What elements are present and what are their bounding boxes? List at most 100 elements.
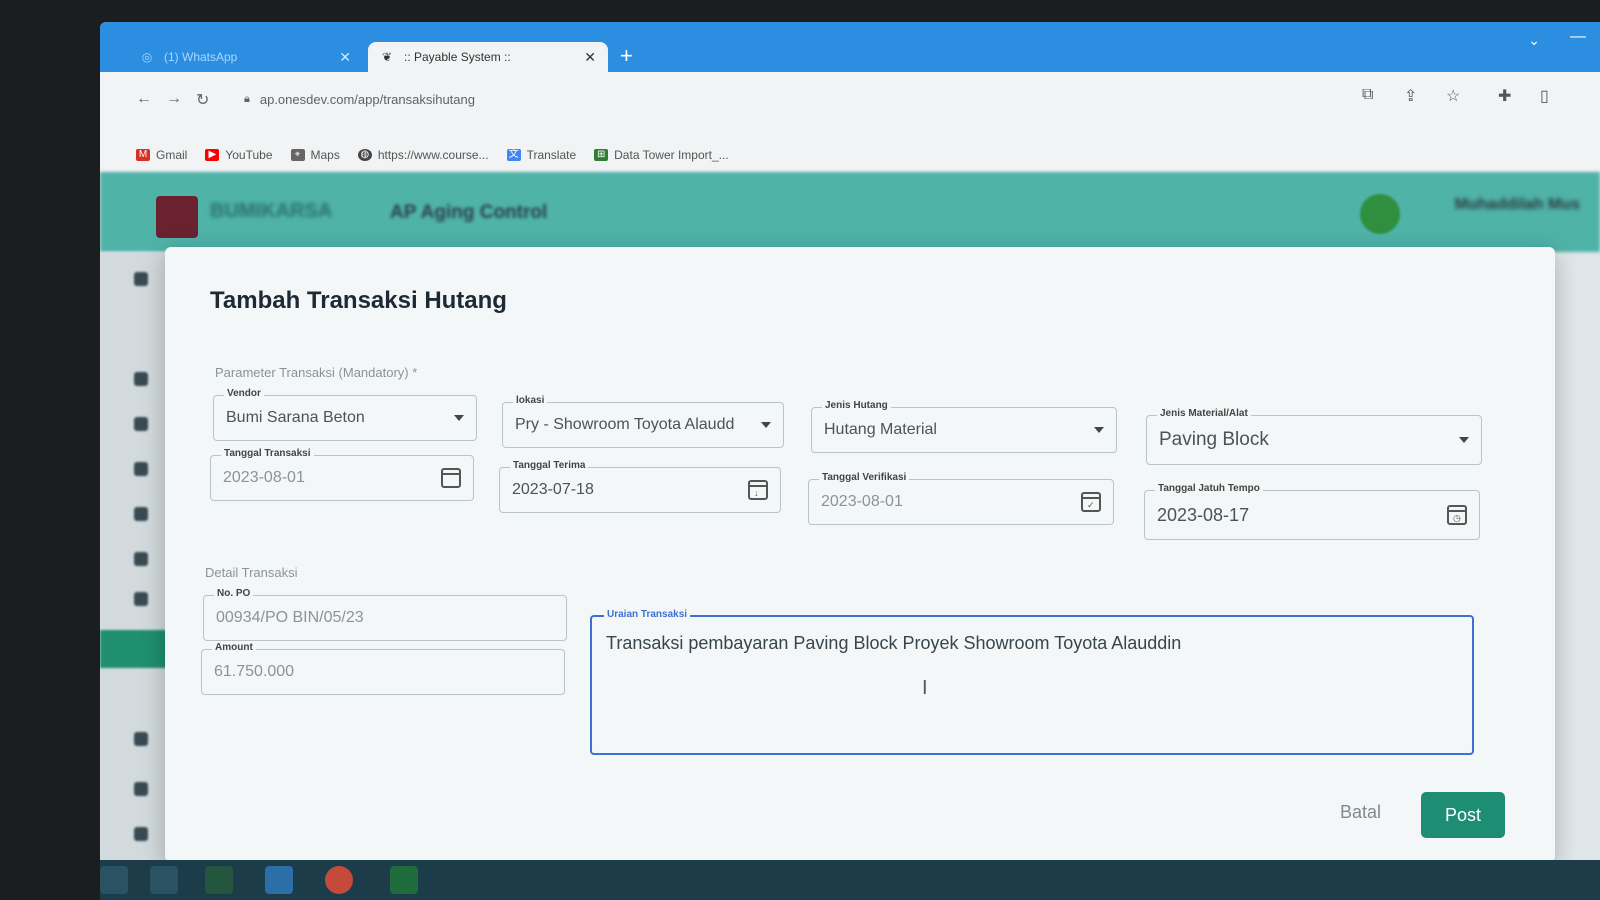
bookmark-translate[interactable]: 文 Translate — [506, 148, 577, 162]
amount-value: 61.750.000 — [214, 663, 295, 680]
modal-title: Tambah Transaksi Hutang — [210, 287, 507, 314]
text-cursor-icon: I — [922, 677, 928, 699]
field-label: Jenis Hutang — [822, 400, 891, 412]
gmail-icon: M — [136, 149, 150, 161]
tanggal-verifikasi-value: 2023-08-01 — [821, 493, 903, 510]
sidebar-item-icon[interactable] — [134, 462, 148, 476]
bookmark-data-tower[interactable]: ⊞ Data Tower Import_... — [594, 148, 729, 162]
sidebar-item-icon[interactable] — [134, 417, 148, 431]
field-label: Amount — [212, 642, 256, 654]
bookmark-label: Translate — [526, 148, 577, 162]
lokasi-value: Pry - Showroom Toyota Alaudd — [515, 416, 735, 433]
amount-field[interactable]: Amount 61.750.000 — [201, 642, 565, 695]
tab-whatsapp[interactable]: ◎ (1) WhatsApp ✕ — [128, 42, 363, 72]
sidebar-item-icon[interactable] — [134, 507, 148, 521]
sidebar-item-icon[interactable] — [134, 272, 148, 286]
post-button[interactable]: Post — [1421, 792, 1505, 838]
tab-title: (1) WhatsApp — [164, 50, 238, 64]
field-label: lokasi — [513, 395, 548, 407]
bookmark-label: Gmail — [156, 148, 188, 162]
chevron-down-icon — [1094, 427, 1104, 433]
uraian-transaksi-textarea[interactable]: Uraian Transaksi Transaksi pembayaran Pa… — [590, 609, 1474, 755]
side-panel-icon[interactable]: ▯ — [1540, 86, 1549, 106]
app-background: BUMIKARSA AP Aging Control Muhaddilah Mu… — [100, 172, 1600, 900]
app-title: AP Aging Control — [390, 202, 548, 223]
sidebar-item-icon[interactable] — [134, 827, 148, 841]
sidebar — [100, 252, 170, 900]
tanggal-transaksi-field[interactable]: Tanggal Transaksi 2023-08-01 — [210, 448, 474, 501]
jenis-material-value: Paving Block — [1159, 429, 1269, 450]
bookmark-youtube[interactable]: ▶ YouTube — [205, 148, 273, 162]
close-icon[interactable]: ✕ — [584, 49, 596, 66]
start-icon[interactable] — [100, 866, 128, 894]
forward-icon[interactable]: → — [166, 90, 182, 108]
excel-icon[interactable] — [205, 866, 233, 894]
tanggal-transaksi-value: 2023-08-01 — [223, 469, 305, 486]
bookmark-gmail[interactable]: M Gmail — [136, 148, 187, 162]
field-label: Tanggal Terima — [510, 460, 589, 472]
maps-icon: ⌖ — [290, 149, 305, 161]
spreadsheet-icon[interactable] — [390, 866, 418, 894]
vendor-select[interactable]: Vendor Bumi Sarana Beton — [213, 388, 477, 441]
chevron-down-icon — [1459, 437, 1469, 443]
user-name: Muhaddilah Mus — [1454, 196, 1580, 213]
browser-toolbar: ← → ↻ 🔒︎ ap.onesdev.com/app/transaksihut… — [100, 72, 1600, 172]
star-icon[interactable]: ☆ — [1446, 86, 1460, 106]
address-bar[interactable]: 🔒︎ ap.onesdev.com/app/transaksihutang — [230, 84, 1330, 114]
no-po-field[interactable]: No. PO 00934/PO BIN/05/23 — [203, 588, 567, 641]
section-detail-label: Detail Transaksi — [205, 565, 298, 580]
bookmark-maps[interactable]: ⌖ Maps — [290, 148, 340, 162]
close-icon[interactable]: ✕ — [339, 49, 351, 66]
field-label: Uraian Transaksi — [604, 609, 691, 621]
vendor-value: Bumi Sarana Beton — [226, 409, 365, 426]
browser-window: ◎ (1) WhatsApp ✕ ❦ :: Payable System :: … — [100, 22, 1600, 900]
security-shield-icon[interactable] — [265, 866, 293, 894]
translate-page-icon[interactable]: ⧉ — [1362, 86, 1373, 104]
sidebar-item-active[interactable] — [100, 630, 170, 668]
sidebar-item-icon[interactable] — [134, 732, 148, 746]
field-label: Vendor — [224, 388, 264, 400]
field-label: Tanggal Transaksi — [221, 448, 314, 460]
new-tab-button[interactable]: + — [620, 44, 633, 68]
url-text: ap.onesdev.com/app/transaksihutang — [259, 91, 475, 107]
leaf-icon: ❦ — [381, 50, 393, 64]
bookmark-label: https://www.course... — [377, 148, 489, 162]
calendar-check-icon[interactable]: ✓ — [1081, 492, 1101, 512]
field-label: Tanggal Jatuh Tempo — [1155, 483, 1263, 495]
field-label: Tanggal Verifikasi — [819, 472, 910, 484]
sidebar-item-icon[interactable] — [134, 782, 148, 796]
lock-icon: 🔒︎ — [244, 92, 250, 105]
datatower-icon: ⊞ — [594, 149, 609, 161]
tanggal-jatuh-tempo-field[interactable]: Tanggal Jatuh Tempo 2023-08-17 ◷ — [1144, 483, 1480, 540]
bookmark-label: Data Tower Import_... — [614, 148, 729, 162]
cancel-button[interactable]: Batal — [1340, 802, 1381, 823]
tab-title: :: Payable System :: — [404, 50, 511, 64]
share-icon[interactable]: ⇪ — [1404, 86, 1417, 106]
calendar-icon[interactable] — [441, 468, 461, 488]
tanggal-terima-field[interactable]: Tanggal Terima 2023-07-18 ↓ — [499, 460, 781, 513]
tanggal-verifikasi-field[interactable]: Tanggal Verifikasi 2023-08-01 ✓ — [808, 472, 1114, 525]
app-brand: BUMIKARSA — [210, 200, 333, 222]
reload-icon[interactable]: ↻ — [196, 90, 209, 110]
calendar-arrow-icon[interactable]: ↓ — [748, 480, 768, 500]
jenis-material-select[interactable]: Jenis Material/Alat Paving Block — [1146, 408, 1482, 465]
chevron-down-icon[interactable]: ⌄ — [1528, 32, 1540, 49]
bookmark-course[interactable]: ◍ https://www.course... — [357, 148, 489, 162]
app-logo — [156, 196, 198, 238]
sidebar-item-icon[interactable] — [134, 372, 148, 386]
sidebar-item-icon[interactable] — [134, 592, 148, 606]
tab-payable-system[interactable]: ❦ :: Payable System :: ✕ — [368, 42, 608, 72]
calendar-clock-icon[interactable]: ◷ — [1447, 505, 1467, 525]
sidebar-item-icon[interactable] — [134, 552, 148, 566]
no-po-value: 00934/PO BIN/05/23 — [216, 609, 364, 626]
minimize-icon[interactable]: — — [1570, 28, 1586, 46]
lokasi-select[interactable]: lokasi Pry - Showroom Toyota Alaudd — [502, 395, 784, 448]
avatar[interactable] — [1360, 194, 1400, 234]
back-icon[interactable]: ← — [136, 90, 152, 108]
chrome-icon[interactable] — [325, 866, 353, 894]
extensions-icon[interactable]: ✚ — [1498, 86, 1511, 106]
tab-strip: ◎ (1) WhatsApp ✕ ❦ :: Payable System :: … — [100, 22, 1600, 72]
file-explorer-icon[interactable] — [150, 866, 178, 894]
jenis-hutang-select[interactable]: Jenis Hutang Hutang Material — [811, 400, 1117, 453]
section-mandatory-label: Parameter Transaksi (Mandatory) * — [215, 365, 418, 380]
